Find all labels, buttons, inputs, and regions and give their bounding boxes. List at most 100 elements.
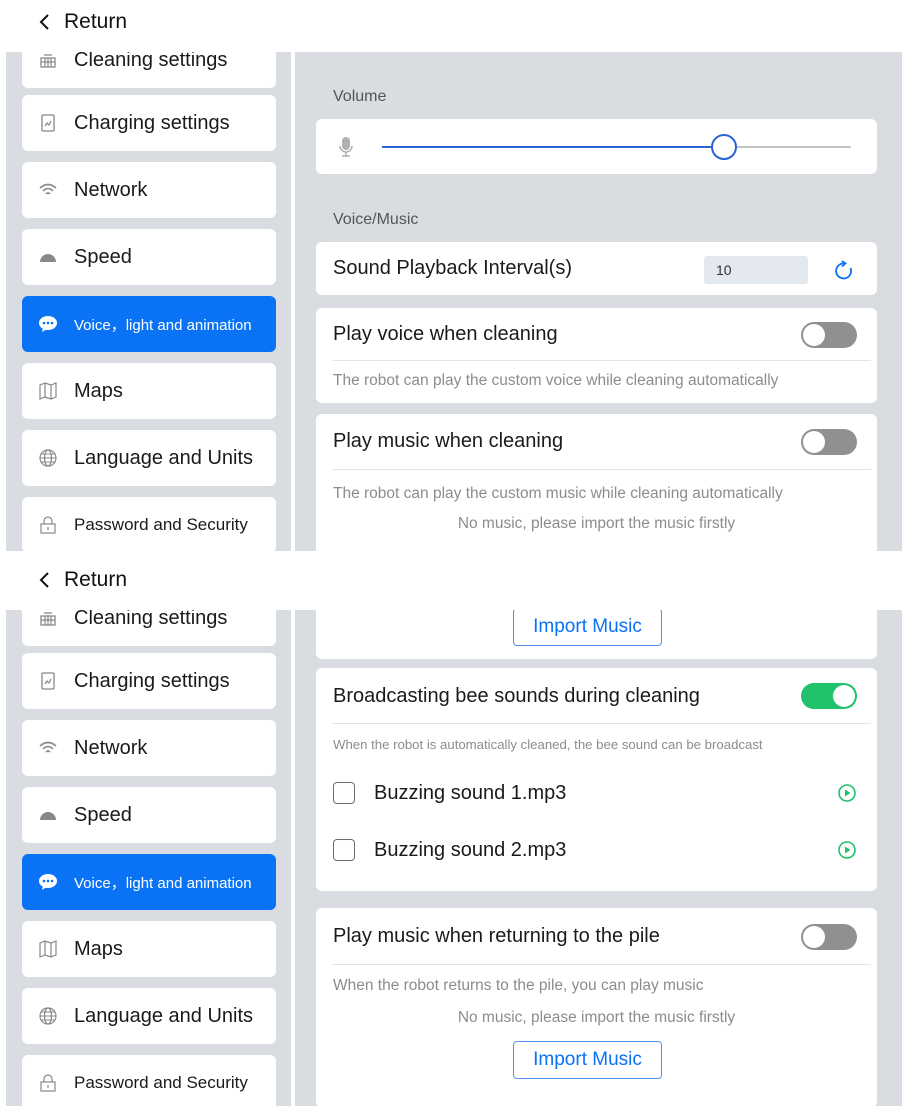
sidebar-item-language-units[interactable]: Language and Units <box>22 430 276 486</box>
sidebar-item-speed[interactable]: Speed <box>22 787 276 843</box>
sidebar-item-cleaning-settings[interactable]: Cleaning settings <box>22 610 276 646</box>
bee-sounds-row: Broadcasting bee sounds during cleaning <box>333 668 860 724</box>
sidebar-item-label: Password and Security <box>74 1073 248 1092</box>
sidebar-item-charging-settings[interactable]: Charging settings <box>22 653 276 709</box>
toggle-knob <box>833 685 855 707</box>
map-icon <box>38 381 58 401</box>
divider-line <box>333 469 871 470</box>
sidebar: Cleaning settings Charging settings Netw… <box>6 52 291 551</box>
return-music-hint: When the robot returns to the pile, you … <box>333 977 704 994</box>
divider-line <box>333 723 871 724</box>
header: Return <box>0 558 902 606</box>
volume-slider[interactable] <box>382 134 851 160</box>
bee-sound-file-1[interactable]: Buzzing sound 1.mp3 <box>333 776 860 810</box>
map-icon <box>38 939 58 959</box>
toggle-knob <box>803 324 825 346</box>
sidebar-item-label: Charging settings <box>74 111 230 134</box>
play-music-title: Play music when cleaning <box>333 429 564 452</box>
return-button[interactable]: Return <box>38 6 127 38</box>
sidebar-item-voice-light-animation[interactable]: Voice，light and animation <box>22 296 276 352</box>
return-button[interactable]: Return <box>38 564 127 596</box>
lock-icon <box>38 515 58 535</box>
toggle-knob <box>803 926 825 948</box>
bee-sounds-card: Broadcasting bee sounds during cleaning … <box>316 668 877 891</box>
voice-music-section-label: Voice/Music <box>333 211 419 228</box>
play-voice-row: Play voice when cleaning <box>333 308 860 360</box>
play-voice-hint: The robot can play the custom voice whil… <box>333 372 779 389</box>
sidebar-item-label: Speed <box>74 803 132 826</box>
return-label: Return <box>64 10 128 33</box>
play-music-toggle[interactable] <box>801 429 857 455</box>
play-music-empty-message: No music, please import the music firstl… <box>457 515 736 532</box>
playback-interval-input[interactable]: 10 <box>704 256 808 284</box>
sidebar-item-label: Maps <box>74 937 123 960</box>
toggle-knob <box>803 431 825 453</box>
sidebar-item-speed[interactable]: Speed <box>22 229 276 285</box>
return-music-card: Play music when returning to the pile Wh… <box>316 908 877 1106</box>
sidebar-item-network[interactable]: Network <box>22 720 276 776</box>
sidebar-item-label: Charging settings <box>74 669 230 692</box>
bee-sounds-hint-row: When the robot is automatically cleaned,… <box>333 732 860 756</box>
play-music-card: Play music when cleaning The robot can p… <box>316 414 877 551</box>
microphone-icon <box>339 137 353 157</box>
play-music-card-continued: Import Music <box>316 610 877 659</box>
play-voice-card: Play voice when cleaning The robot can p… <box>316 308 877 403</box>
play-voice-toggle[interactable] <box>801 322 857 348</box>
sidebar-item-password-security[interactable]: Password and Security <box>22 1055 276 1106</box>
play-music-hint-row: The robot can play the custom music whil… <box>333 482 860 506</box>
sidebar-item-password-security[interactable]: Password and Security <box>22 497 276 551</box>
sidebar-item-network[interactable]: Network <box>22 162 276 218</box>
volume-section-label: Volume <box>333 88 387 105</box>
sidebar-item-charging-settings[interactable]: Charging settings <box>22 95 276 151</box>
sidebar-item-label: Language and Units <box>74 1004 254 1027</box>
play-circle-icon[interactable] <box>837 840 857 860</box>
sidebar-item-language-units[interactable]: Language and Units <box>22 988 276 1044</box>
sidebar-item-label: Cleaning settings <box>74 52 228 71</box>
volume-slider-handle[interactable] <box>711 134 738 160</box>
sidebar-item-label: Voice，light and animation <box>74 874 252 892</box>
speed-gauge-icon <box>38 805 58 825</box>
bee-sound-checkbox-1[interactable] <box>333 782 355 804</box>
sidebar-item-cleaning-settings[interactable]: Cleaning settings <box>22 52 276 88</box>
volume-slider-fill <box>382 146 725 148</box>
sidebar-item-label: Cleaning settings <box>74 610 228 629</box>
bee-sounds-title: Broadcasting bee sounds during cleaning <box>333 684 700 707</box>
refresh-icon[interactable] <box>833 260 855 282</box>
globe-icon <box>38 448 58 468</box>
settings-panel-top: Return Cleaning settings Charging settin… <box>0 0 902 551</box>
sidebar-item-label: Password and Security <box>74 515 248 534</box>
sidebar-item-label: Network <box>74 178 148 201</box>
return-music-hint-row: When the robot returns to the pile, you … <box>333 974 860 998</box>
sidebar-item-label: Network <box>74 736 148 759</box>
return-music-row: Play music when returning to the pile <box>333 908 860 964</box>
sidebar-item-label: Language and Units <box>74 446 254 469</box>
sidebar-item-maps[interactable]: Maps <box>22 363 276 419</box>
bee-sounds-toggle[interactable] <box>801 683 857 709</box>
import-music-button[interactable]: Import Music <box>513 610 662 646</box>
sidebar-item-maps[interactable]: Maps <box>22 921 276 977</box>
sidebar-item-label: Voice，light and animation <box>74 316 252 334</box>
bee-sound-file-name-2: Buzzing sound 2.mp3 <box>374 838 567 861</box>
return-music-toggle[interactable] <box>801 924 857 950</box>
bee-sound-checkbox-2[interactable] <box>333 839 355 861</box>
sidebar: Cleaning settings Charging settings Netw… <box>6 610 291 1106</box>
chat-bubble-icon <box>38 314 58 334</box>
playback-interval-label: Sound Playback Interval(s) <box>333 257 573 279</box>
settings-panel-bottom: Return Cleaning settings Charging settin… <box>0 558 902 1106</box>
play-music-row: Play music when cleaning <box>333 414 860 468</box>
header: Return <box>0 0 902 48</box>
bee-sound-file-name-1: Buzzing sound 1.mp3 <box>374 781 567 804</box>
speed-gauge-icon <box>38 247 58 267</box>
battery-chart-icon <box>38 671 58 691</box>
globe-icon <box>38 1006 58 1026</box>
play-music-hint: The robot can play the custom music whil… <box>333 485 783 502</box>
volume-card <box>316 119 877 174</box>
bee-sound-file-2[interactable]: Buzzing sound 2.mp3 <box>333 833 860 867</box>
play-circle-icon[interactable] <box>837 783 857 803</box>
sidebar-item-voice-light-animation[interactable]: Voice，light and animation <box>22 854 276 910</box>
settings-content: Volume Voice/Music Sound Playback Interv… <box>295 52 902 551</box>
battery-chart-icon <box>38 113 58 133</box>
import-music-button[interactable]: Import Music <box>513 1041 662 1079</box>
chat-bubble-icon <box>38 872 58 892</box>
wifi-icon <box>38 180 58 200</box>
